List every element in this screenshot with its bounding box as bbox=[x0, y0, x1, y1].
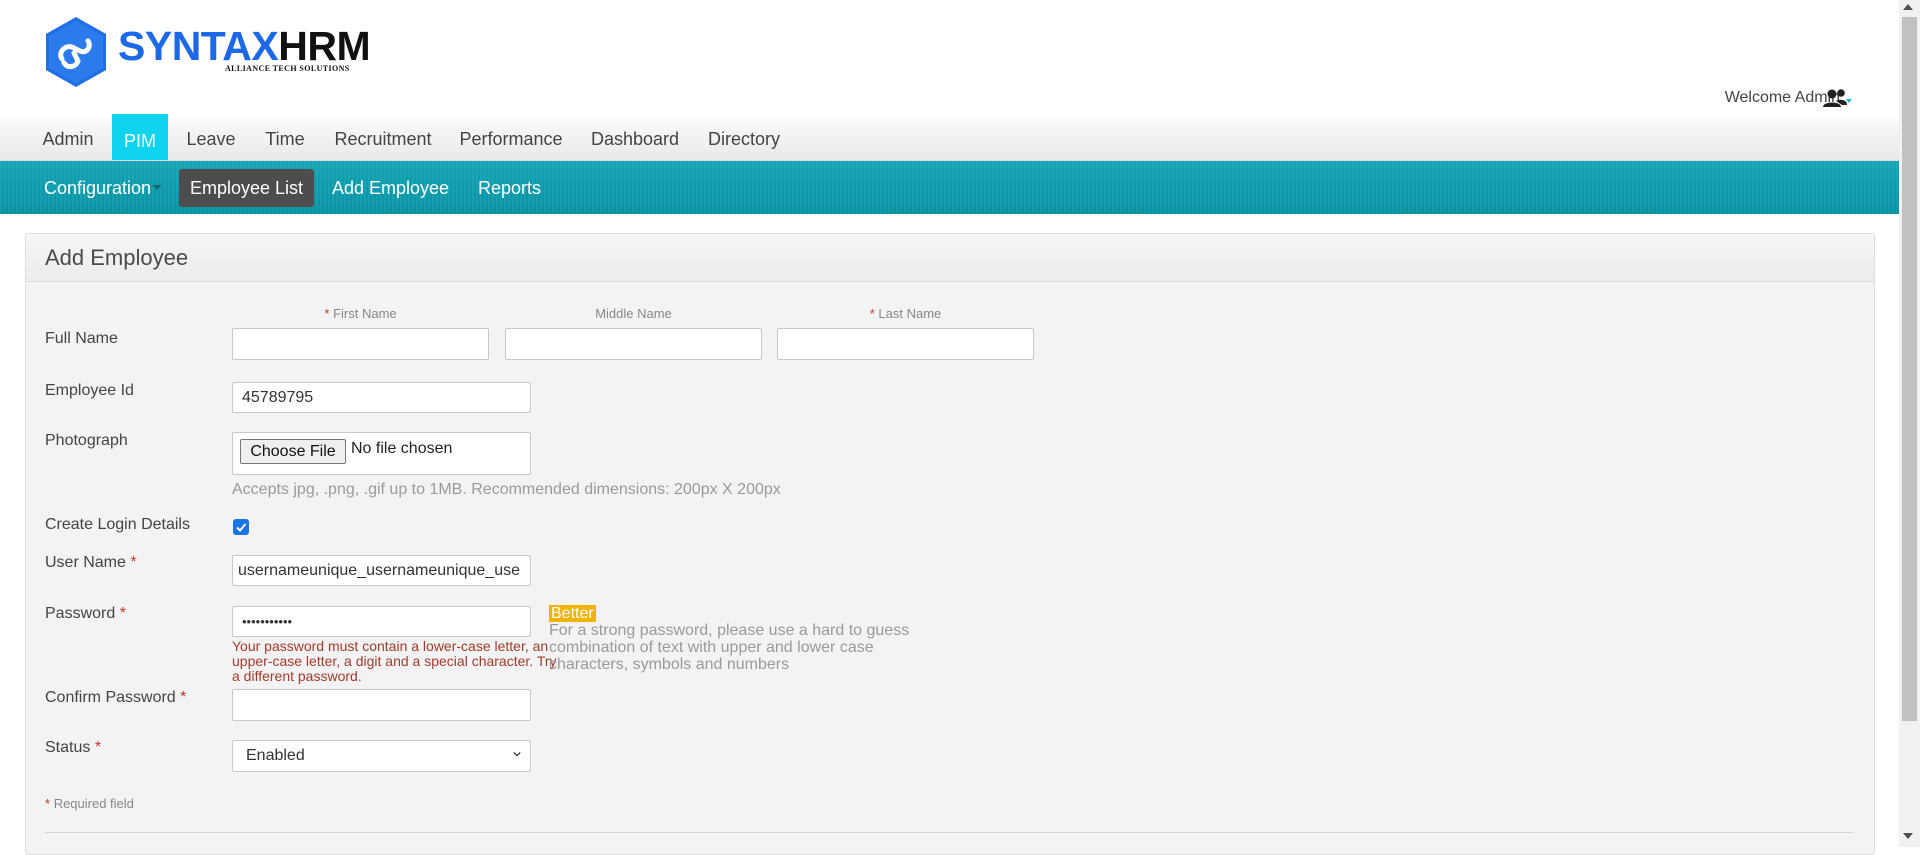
full-name-label: Full Name bbox=[45, 330, 118, 347]
menu-item-directory[interactable]: Directory bbox=[700, 118, 788, 160]
caret-down-icon[interactable] bbox=[152, 185, 162, 190]
password-error-message: Your password must contain a lower-case … bbox=[232, 638, 557, 684]
password-help-text: For a strong password, please use a hard… bbox=[549, 622, 910, 673]
submenu-reports[interactable]: Reports bbox=[478, 169, 541, 207]
logo-wordmark: SYNTAXHRM bbox=[118, 23, 371, 69]
first-name-label: * First Name bbox=[324, 306, 397, 321]
sub-menu-shade: Configuration Employee List Add Employee… bbox=[0, 161, 1899, 214]
submenu-add-employee[interactable]: Add Employee bbox=[332, 169, 449, 207]
password-input[interactable]: ••••••••••• bbox=[232, 606, 531, 637]
panel-header bbox=[26, 234, 1874, 282]
last-name-label: * Last Name bbox=[869, 306, 942, 321]
chevron-down-icon bbox=[513, 751, 521, 757]
create-login-label: Create Login Details bbox=[45, 516, 190, 533]
menu-item-admin[interactable]: Admin bbox=[33, 118, 103, 160]
check-icon bbox=[236, 523, 247, 532]
status-selected-value: Enabled bbox=[246, 747, 305, 764]
menu-item-pim[interactable]: PIM bbox=[112, 114, 168, 160]
last-name-input[interactable] bbox=[777, 328, 1034, 360]
middle-name-input[interactable] bbox=[505, 328, 762, 360]
page-title: Add Employee bbox=[45, 245, 189, 270]
confirm-password-input[interactable] bbox=[232, 689, 531, 721]
scrollbar-thumb[interactable] bbox=[1902, 17, 1917, 721]
scroll-down-arrow-icon[interactable] bbox=[1903, 833, 1913, 839]
status-label: Status * bbox=[45, 739, 102, 756]
required-field-note: * Required field bbox=[45, 796, 134, 811]
password-strength-badge: Better bbox=[549, 605, 596, 622]
confirm-password-label: Confirm Password * bbox=[45, 689, 187, 706]
password-label: Password * bbox=[45, 605, 126, 622]
employee-id-input[interactable]: 45789795 bbox=[232, 382, 531, 413]
logo-tagline: ALLIANCE TECH SOLUTIONS bbox=[225, 64, 350, 73]
username-label: User Name * bbox=[45, 554, 137, 571]
create-login-checkbox[interactable] bbox=[233, 519, 249, 535]
file-status-text: No file chosen bbox=[351, 440, 453, 457]
choose-file-button[interactable]: Choose File bbox=[240, 439, 346, 464]
username-value: usernameunique_usernameunique_use bbox=[238, 562, 520, 579]
main-menu: Admin PIM Leave Time Recruitment Perform… bbox=[0, 114, 1899, 161]
status-select[interactable]: Enabled bbox=[232, 740, 531, 772]
submenu-employee-list[interactable]: Employee List bbox=[179, 169, 314, 207]
photograph-hint: Accepts jpg, .png, .gif up to 1MB. Recom… bbox=[232, 481, 781, 498]
first-name-input[interactable] bbox=[232, 328, 489, 360]
menu-item-recruitment[interactable]: Recruitment bbox=[326, 118, 440, 160]
photograph-label: Photograph bbox=[45, 432, 128, 449]
menu-item-performance[interactable]: Performance bbox=[453, 118, 569, 160]
employee-id-label: Employee Id bbox=[45, 382, 134, 399]
scroll-up-arrow-icon[interactable] bbox=[1903, 4, 1913, 10]
menu-item-dashboard[interactable]: Dashboard bbox=[582, 118, 688, 160]
middle-name-label: Middle Name bbox=[595, 306, 672, 321]
menu-item-leave[interactable]: Leave bbox=[178, 118, 244, 160]
users-icon[interactable] bbox=[1822, 88, 1852, 110]
submenu-configuration[interactable]: Configuration bbox=[44, 169, 151, 207]
menu-item-time[interactable]: Time bbox=[256, 118, 314, 160]
form-divider bbox=[45, 832, 1853, 833]
username-input[interactable]: usernameunique_usernameunique_use bbox=[232, 555, 531, 586]
